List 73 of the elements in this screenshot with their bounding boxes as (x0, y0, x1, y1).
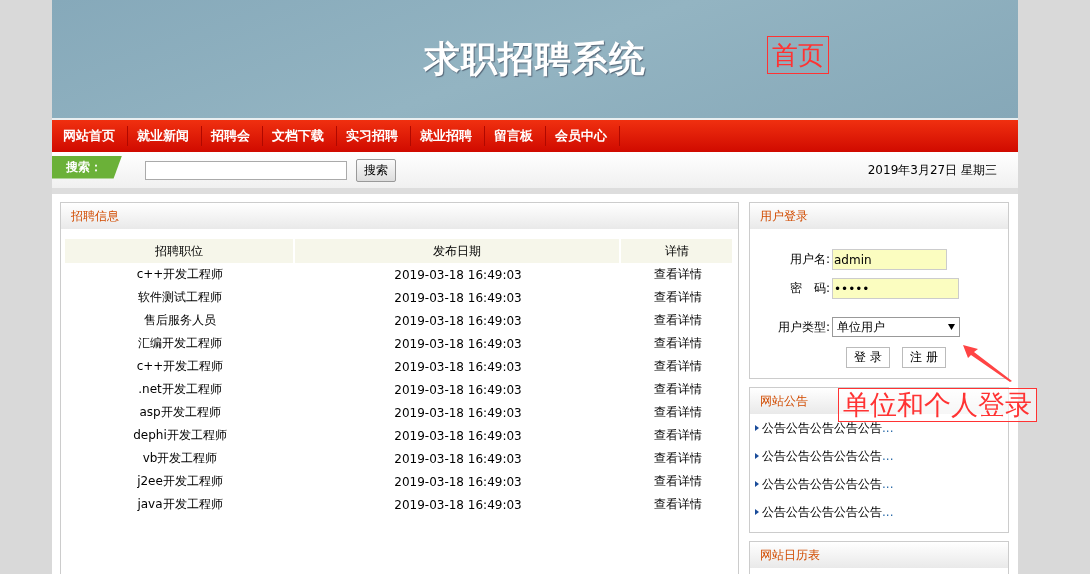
notice-link[interactable]: 公告公告公告公告公告... (762, 447, 894, 465)
table-cell-text: java开发工程师 (136, 496, 224, 513)
bullet-icon (755, 453, 759, 459)
field-label: 用户类型: (776, 318, 831, 336)
table-cell-text: j2ee开发工程师 (136, 473, 224, 490)
detail-link[interactable]: 查看详情 (653, 313, 702, 327)
nav-link[interactable]: 就业招聘 (411, 126, 485, 146)
nav-link[interactable]: 留言板 (485, 126, 546, 146)
search-button[interactable]: 搜索 (356, 158, 396, 182)
bullet-icon (755, 509, 759, 515)
nav-link[interactable]: 就业新闻 (128, 126, 202, 146)
notice-link[interactable]: 公告公告公告公告公告... (762, 503, 894, 521)
register-button[interactable]: 注 册 (901, 347, 946, 368)
table-cell-text: 2019-03-18 16:49:03 (393, 312, 523, 330)
table-cell-text: .net开发工程师 (137, 381, 223, 398)
site-title: 求职招聘系统 (424, 35, 646, 81)
notice-link[interactable]: 公告公告公告公告公告... (762, 419, 894, 437)
field-label: 用户名: (788, 251, 831, 268)
table-cell-text: 2019-03-18 16:49:03 (393, 496, 523, 514)
bullet-icon (755, 481, 759, 487)
detail-link[interactable]: 查看详情 (653, 290, 702, 304)
table-cell-text: dephi开发工程师 (132, 427, 228, 444)
table-cell-text: 2019-03-18 16:49:03 (393, 266, 523, 284)
table-cell-text: 2019-03-18 16:49:03 (393, 358, 523, 376)
detail-link[interactable]: 查看详情 (653, 497, 702, 511)
column-header: 发布日期 (295, 239, 621, 263)
table-cell-text: 汇编开发工程师 (137, 335, 223, 352)
table-cell-text: 2019-03-18 16:49:03 (393, 289, 523, 307)
detail-link[interactable]: 查看详情 (653, 451, 702, 465)
password-field[interactable]: ••••• (832, 278, 959, 299)
nav-link[interactable]: 网站首页 (54, 126, 128, 146)
table-cell-text: 售后服务人员 (143, 312, 217, 329)
arrow-icon (962, 343, 1014, 383)
table-cell-text: 软件测试工程师 (137, 289, 223, 306)
field-label: 密 码: (788, 280, 831, 297)
detail-link[interactable]: 查看详情 (653, 267, 702, 281)
column-header: 详情 (621, 239, 734, 263)
nav-link[interactable]: 实习招聘 (337, 126, 411, 146)
nav-link[interactable]: 文档下载 (263, 126, 337, 146)
detail-link[interactable]: 查看详情 (653, 474, 702, 488)
table-cell-text: 2019-03-18 16:49:03 (393, 427, 523, 445)
annotation-label: 单位和个人登录 (838, 388, 1037, 422)
notice-link[interactable]: 公告公告公告公告公告... (762, 475, 894, 493)
panel-title: 网站日历表 (760, 546, 820, 564)
table-cell-text: c++开发工程师 (135, 358, 225, 375)
table-cell-text: 2019-03-18 16:49:03 (393, 450, 523, 468)
user-type-select[interactable]: 单位用户 (832, 317, 960, 337)
search-label: 搜索： (52, 155, 122, 179)
table-cell-text: vb开发工程师 (141, 450, 219, 467)
nav-link[interactable]: 会员中心 (546, 126, 620, 146)
column-header: 招聘职位 (65, 239, 295, 263)
caret-icon (948, 324, 955, 330)
bullet-icon (755, 425, 759, 431)
username-field[interactable]: admin (832, 249, 947, 270)
panel-title: 网站公告 (760, 392, 808, 410)
detail-link[interactable]: 查看详情 (653, 405, 702, 419)
detail-link[interactable]: 查看详情 (653, 336, 702, 350)
detail-link[interactable]: 查看详情 (653, 428, 702, 442)
panel-title: 招聘信息 (71, 207, 119, 225)
search-field[interactable] (145, 160, 347, 180)
table-cell-text: 2019-03-18 16:49:03 (393, 473, 523, 491)
panel-title: 用户登录 (760, 207, 808, 225)
detail-link[interactable]: 查看详情 (653, 359, 702, 373)
table-cell-text: c++开发工程师 (135, 266, 225, 283)
table-cell-text: 2019-03-18 16:49:03 (393, 335, 523, 353)
annotation-label: 首页 (767, 36, 829, 74)
login-button[interactable]: 登 录 (846, 347, 890, 368)
table-cell-text: asp开发工程师 (138, 404, 222, 421)
table-cell-text: 2019-03-18 16:49:03 (393, 381, 523, 399)
date-text: 2019年3月27日 星期三 (867, 161, 997, 179)
detail-link[interactable]: 查看详情 (653, 382, 702, 396)
nav-link[interactable]: 招聘会 (202, 126, 263, 146)
table-cell-text: 2019-03-18 16:49:03 (393, 404, 523, 422)
